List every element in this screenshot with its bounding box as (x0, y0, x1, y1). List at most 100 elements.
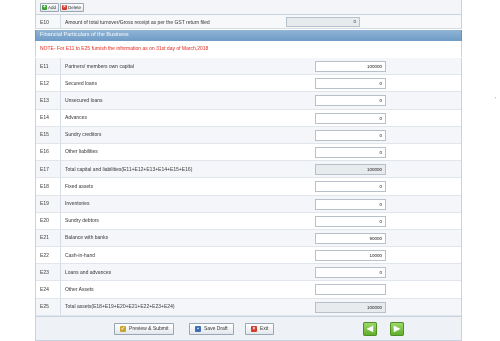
column-divider (60, 281, 61, 298)
row-label: Advances (65, 115, 87, 122)
page-edge-mark: ' (495, 97, 496, 103)
column-divider (60, 143, 61, 161)
row-code: E16 (40, 149, 49, 156)
section-title: Financial Particulars of the Business (35, 30, 462, 41)
row-code: E19 (40, 201, 49, 207)
column-divider (60, 126, 61, 143)
save-draft-button[interactable]: ▪ Save Draft (189, 323, 234, 335)
total-field: 100000 (315, 164, 386, 176)
table-row: E23 Loans and advances 0 (36, 264, 461, 282)
amount-field[interactable]: 0 (315, 78, 386, 90)
row-label: Other liabilities (65, 149, 98, 156)
next-page-button[interactable]: ▶ (390, 322, 404, 336)
turnover-row: E10 Amount of total turnover/Gross recei… (35, 15, 462, 29)
row-code: E18 (40, 183, 49, 190)
table-row: E19 Inventories 0 (36, 195, 461, 213)
row-code: E23 (40, 269, 49, 276)
delete-button-label: Delete (68, 5, 82, 10)
add-button-label: Add (48, 5, 57, 10)
table-row: E17 Total capital and liabilities(E11+E12… (36, 161, 461, 179)
section-note: NOTE- For E11 to E25 furnish the informa… (35, 41, 462, 57)
table-row: E15 Sundry creditors 0 (36, 126, 461, 144)
amount-field[interactable] (315, 284, 386, 296)
row-code: E10 (40, 19, 49, 26)
amount-field[interactable]: 100000 (315, 61, 386, 72)
close-icon: × (251, 326, 257, 332)
row-code: E17 (40, 166, 49, 173)
preview-submit-button[interactable]: ✓ Preview & Submit (114, 323, 175, 335)
table-row: E16 Other liabilities 0 (36, 143, 461, 162)
column-divider (60, 229, 61, 247)
arrow-left-icon: ◀ (366, 324, 374, 333)
bottom-action-bar: ✓ Preview & Submit ▪ Save Draft × Exit ◀… (35, 316, 462, 341)
row-label: Partners/ members own capital (65, 63, 134, 70)
column-divider (60, 264, 61, 281)
exit-button[interactable]: × Exit (245, 323, 275, 335)
row-code: E20 (40, 218, 49, 225)
save-draft-label: Save Draft (204, 326, 228, 332)
column-divider (60, 178, 61, 195)
turnover-field[interactable]: 0 (286, 17, 360, 27)
checkmark-icon: ✓ (120, 326, 126, 332)
column-divider (60, 15, 61, 28)
table-row: E25 Total assets(E18+E19+E20+E21+E22+E23+… (36, 298, 461, 316)
row-label: Cash-in-hand (65, 252, 96, 259)
row-label: Sundry creditors (65, 132, 102, 139)
delete-button[interactable]: × Delete (60, 3, 85, 12)
amount-field[interactable]: 0 (315, 198, 386, 210)
table-row: E21 Balance with banks 90000 (36, 229, 461, 248)
amount-field[interactable]: 0 (315, 181, 386, 193)
table-row: E24 Other Assets (36, 281, 461, 299)
row-label: Total assets(E18+E19+E20+E21+E22+E23+E24… (65, 304, 175, 311)
table-row: E11 Partners/ members own capital 100000 (36, 58, 461, 76)
amount-field[interactable]: 0 (315, 129, 386, 141)
table-row: E12 Secured loans 0 (36, 75, 461, 93)
table-row: E18 Fixed assets 0 (36, 178, 461, 196)
total-field: 100000 (315, 301, 386, 313)
row-code: E11 (40, 63, 49, 70)
save-icon: ▪ (195, 326, 201, 332)
row-code: E21 (40, 235, 49, 242)
column-divider (60, 75, 61, 92)
row-code: E14 (40, 115, 49, 122)
table-row: E13 Unsecured loans 0 (36, 92, 461, 110)
column-divider (60, 212, 61, 229)
row-code: E12 (40, 80, 49, 87)
row-label: Other Assets (65, 286, 94, 293)
row-label: Balance with banks (65, 235, 109, 242)
row-label: Unsecured loans (65, 97, 103, 104)
row-label: Secured loans (65, 80, 97, 87)
preview-submit-label: Preview & Submit (129, 326, 169, 332)
exit-label: Exit (260, 326, 269, 332)
add-button[interactable]: + Add (40, 3, 60, 12)
column-divider (60, 195, 61, 212)
table-row: E22 Cash-in-hand 10000 (36, 247, 461, 265)
plus-icon: + (42, 4, 47, 10)
row-label: Total capital and liabilities(E11+E12+E1… (65, 166, 193, 173)
column-divider (60, 92, 61, 109)
column-divider (60, 109, 61, 126)
row-label: Inventories (65, 201, 90, 207)
column-divider (60, 161, 61, 178)
row-code: E22 (40, 252, 49, 259)
amount-field[interactable]: 0 (315, 146, 386, 158)
amount-field[interactable]: 0 (315, 267, 386, 279)
amount-field[interactable]: 90000 (315, 232, 386, 244)
amount-field[interactable]: 0 (315, 112, 386, 124)
cross-icon: × (62, 4, 67, 10)
row-code: E15 (40, 132, 49, 139)
row-code: E25 (40, 304, 49, 311)
grid-toolbar: + Add × Delete (35, 0, 462, 15)
amount-field[interactable]: 10000 (315, 250, 386, 262)
arrow-right-icon: ▶ (393, 324, 401, 333)
row-code: E13 (40, 97, 49, 104)
row-label: Amount of total turnover/Gross receipt a… (65, 19, 210, 26)
amount-field[interactable]: 0 (315, 215, 386, 227)
row-label: Sundry debtors (65, 218, 99, 225)
row-label: Loans and advances (65, 269, 112, 276)
row-label: Fixed assets (65, 183, 94, 190)
amount-field[interactable]: 0 (315, 95, 386, 107)
column-divider (60, 58, 61, 75)
row-code: E24 (40, 286, 49, 293)
previous-page-button[interactable]: ◀ (363, 322, 377, 336)
